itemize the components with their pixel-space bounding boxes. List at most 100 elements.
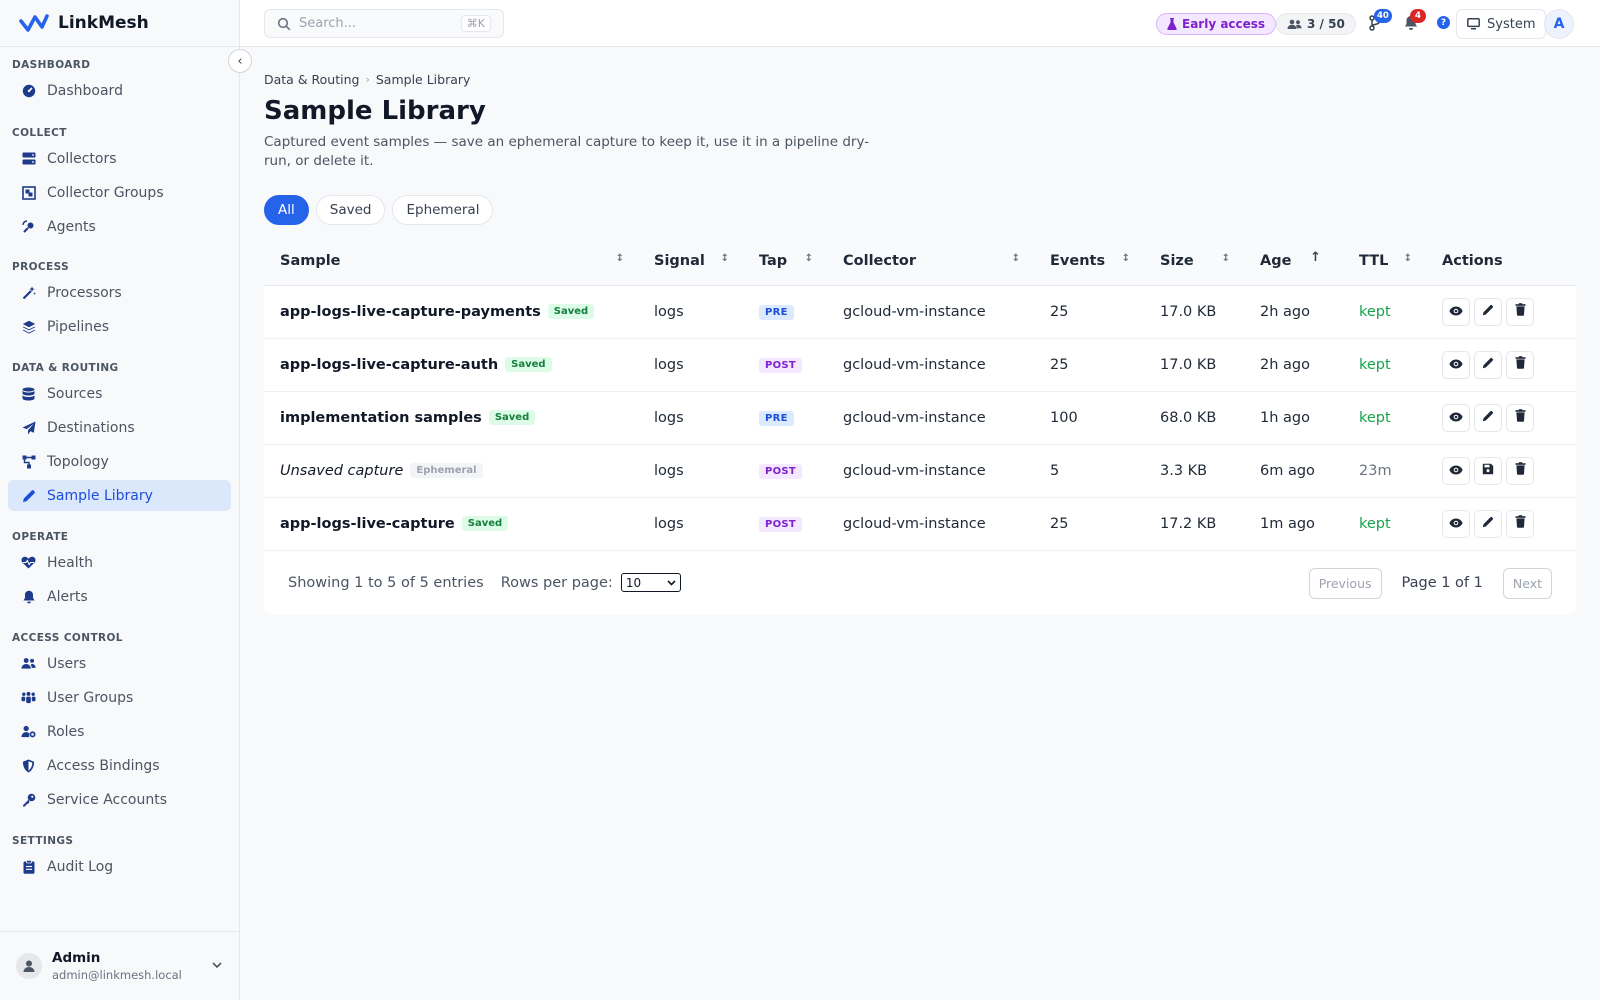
entries-summary: Showing 1 to 5 of 5 entries <box>288 574 484 591</box>
sort-icon: ↕ <box>804 253 813 264</box>
help-icon[interactable]: ? <box>1437 16 1450 29</box>
delete-button[interactable] <box>1506 509 1534 538</box>
gauge-icon <box>21 83 36 98</box>
cell-signal: logs <box>638 444 743 498</box>
next-page-button[interactable]: Next <box>1502 567 1552 599</box>
col-size[interactable]: Size ↕ <box>1144 237 1244 286</box>
key-icon <box>21 792 36 807</box>
sidebar-item-label: Pipelines <box>47 318 110 335</box>
sidebar-item-pipelines[interactable]: Pipelines <box>8 311 231 342</box>
filter-all[interactable]: All <box>264 195 309 225</box>
col-age[interactable]: Age ↑ <box>1244 237 1343 286</box>
col-collector[interactable]: Collector ↕ <box>827 237 1034 286</box>
col-tap-label: Tap <box>759 252 788 269</box>
breadcrumb-data-routing[interactable]: Data & Routing <box>264 72 359 87</box>
filter-ephemeral[interactable]: Ephemeral <box>392 195 494 225</box>
sidebar-item-destinations[interactable]: Destinations <box>8 412 231 443</box>
account-avatar[interactable]: A <box>1544 9 1574 39</box>
sidebar-item-label: Agents <box>47 218 96 235</box>
save-icon <box>1482 463 1494 479</box>
user-gear-icon <box>21 724 36 739</box>
col-signal[interactable]: Signal ↕ <box>638 237 743 286</box>
status-badge: Saved <box>547 304 595 319</box>
trash-icon <box>1515 356 1526 373</box>
cell-age: 1h ago <box>1244 391 1343 445</box>
sidebar-item-label: Dashboard <box>47 82 123 99</box>
col-sample[interactable]: Sample ↕ <box>264 237 638 286</box>
sidebar-nav: DASHBOARD Dashboard COLLECT Collectors C… <box>0 47 239 898</box>
view-button[interactable] <box>1442 297 1470 326</box>
table-row[interactable]: app-logs-live-capture-payments Saved logs… <box>264 285 1576 339</box>
table-row[interactable]: Unsaved capture Ephemeral logs POST gclou… <box>264 444 1576 498</box>
git-branch-button[interactable]: 40 <box>1366 9 1392 32</box>
flask-icon <box>1167 18 1177 30</box>
sidebar-item-topology[interactable]: Topology <box>8 446 231 477</box>
save-button[interactable] <box>1474 456 1502 485</box>
cell-age: 6m ago <box>1244 444 1343 498</box>
sidebar-item-user-groups[interactable]: User Groups <box>8 682 231 713</box>
sidebar-item-sample-library[interactable]: Sample Library <box>8 480 231 511</box>
user-menu[interactable]: Admin admin@linkmesh.local <box>0 931 240 1000</box>
sidebar-item-sources[interactable]: Sources <box>8 378 231 409</box>
sidebar-item-health[interactable]: Health <box>8 547 231 578</box>
col-tap[interactable]: Tap ↕ <box>743 237 827 286</box>
rows-per-page-select[interactable]: 10 <box>620 573 681 592</box>
sample-name[interactable]: app-logs-live-capture-auth <box>280 357 498 373</box>
col-age-label: Age <box>1260 252 1292 269</box>
cell-events: 25 <box>1034 497 1144 551</box>
edit-button[interactable] <box>1474 403 1502 432</box>
sidebar-item-processors[interactable]: Processors <box>8 277 231 308</box>
delete-button[interactable] <box>1506 297 1534 326</box>
table-row[interactable]: implementation samples Saved logs PRE gcl… <box>264 391 1576 445</box>
edit-button[interactable] <box>1474 297 1502 326</box>
sample-name[interactable]: app-logs-live-capture <box>280 516 455 532</box>
theme-system-button[interactable]: System <box>1456 9 1547 39</box>
brand[interactable]: LinkMesh <box>0 0 239 47</box>
filter-saved[interactable]: Saved <box>315 195 386 225</box>
sidebar-item-access-bindings[interactable]: Access Bindings <box>8 750 231 781</box>
delete-button[interactable] <box>1506 456 1534 485</box>
sidebar-item-audit-log[interactable]: Audit Log <box>8 851 231 882</box>
cell-collector: gcloud-vm-instance <box>827 338 1034 392</box>
sample-name[interactable]: Unsaved capture <box>280 463 403 479</box>
edit-button[interactable] <box>1474 509 1502 538</box>
trash-icon <box>1515 409 1526 426</box>
users-icon <box>21 656 36 671</box>
sample-name[interactable]: app-logs-live-capture-payments <box>280 304 541 320</box>
sidebar-item-collector-groups[interactable]: Collector Groups <box>8 177 231 208</box>
view-button[interactable] <box>1442 350 1470 379</box>
users-quota-chip[interactable]: 3 / 50 <box>1276 13 1356 35</box>
delete-button[interactable] <box>1506 403 1534 432</box>
system-label: System <box>1487 16 1536 32</box>
col-events[interactable]: Events ↕ <box>1034 237 1144 286</box>
sidebar-item-users[interactable]: Users <box>8 648 231 679</box>
sidebar-item-alerts[interactable]: Alerts <box>8 581 231 612</box>
col-sample-label: Sample <box>280 252 341 269</box>
col-ttl[interactable]: TTL ↕ <box>1343 237 1426 286</box>
sidebar-item-agents[interactable]: Agents <box>8 211 231 242</box>
table-row[interactable]: app-logs-live-capture Saved logs POST gcl… <box>264 497 1576 551</box>
eye-icon <box>1449 410 1463 426</box>
view-button[interactable] <box>1442 509 1470 538</box>
view-button[interactable] <box>1442 403 1470 432</box>
sample-name[interactable]: implementation samples <box>280 410 482 426</box>
sidebar-item-collectors[interactable]: Collectors <box>8 143 231 174</box>
edit-button[interactable] <box>1474 350 1502 379</box>
delete-button[interactable] <box>1506 350 1534 379</box>
view-button[interactable] <box>1442 456 1470 485</box>
breadcrumb: Data & Routing › Sample Library <box>264 72 1576 87</box>
previous-page-button[interactable]: Previous <box>1308 567 1382 599</box>
cell-tap: PRE <box>743 285 827 339</box>
sidebar-item-service-accounts[interactable]: Service Accounts <box>8 784 231 815</box>
cell-size: 17.0 KB <box>1144 285 1244 339</box>
search-input[interactable]: Search... ⌘K <box>264 9 504 38</box>
table-row[interactable]: app-logs-live-capture-auth Saved logs POS… <box>264 338 1576 392</box>
early-access-badge[interactable]: Early access <box>1156 13 1277 35</box>
cell-sample: app-logs-live-capture-auth Saved <box>264 338 638 392</box>
nav-section-operate: OPERATE <box>12 531 69 543</box>
sidebar-item-roles[interactable]: Roles <box>8 716 231 747</box>
notifications-button[interactable]: 4 <box>1402 9 1426 32</box>
sidebar-item-dashboard[interactable]: Dashboard <box>8 75 231 106</box>
sort-icon: ↕ <box>1011 253 1020 264</box>
collapse-sidebar-button[interactable]: ‹ <box>228 49 252 73</box>
